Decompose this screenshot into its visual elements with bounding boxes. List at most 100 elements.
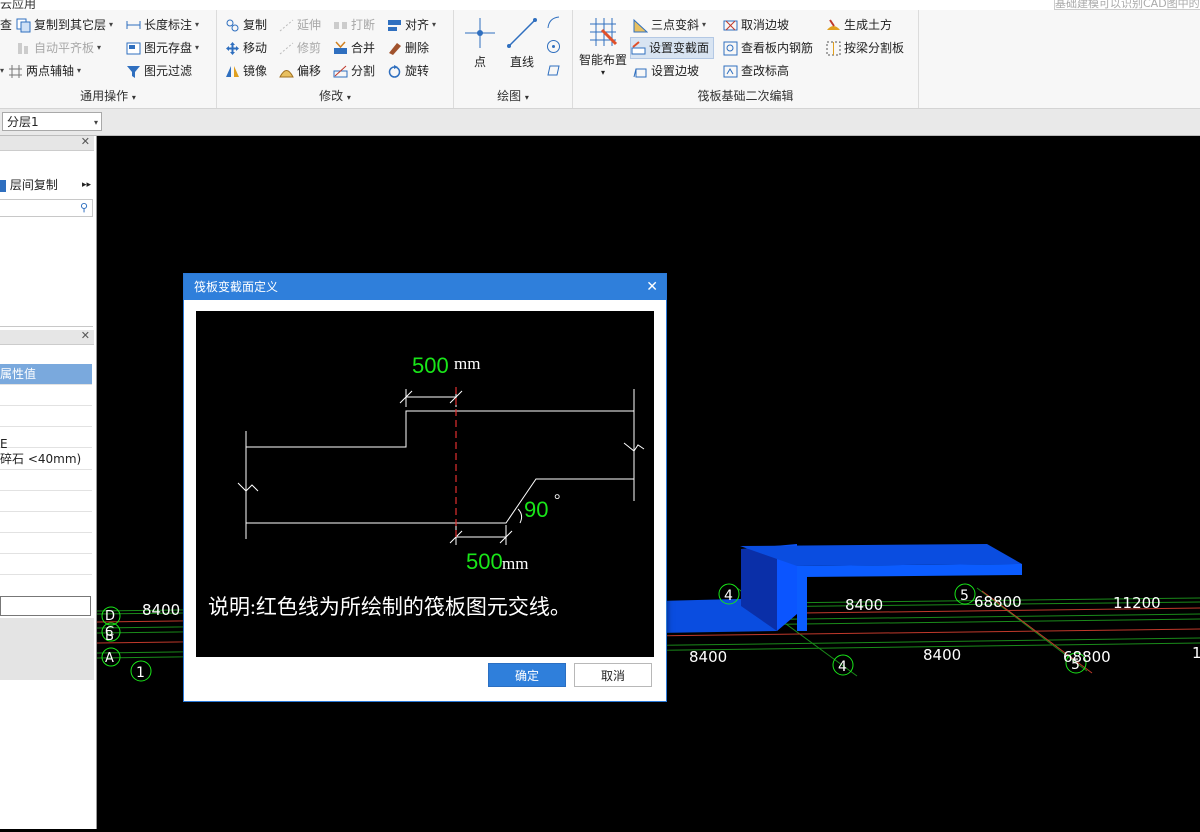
break-button[interactable]: 打断	[333, 15, 375, 35]
close-icon[interactable]: ✕	[81, 135, 90, 148]
earthwork-icon	[826, 18, 841, 33]
group-title-draw: 绘图 ▾	[497, 89, 529, 103]
bottom-width-value[interactable]: 500	[466, 549, 503, 574]
panel-header-top: ✕	[0, 135, 94, 151]
rebar-view-icon	[723, 41, 738, 56]
view-slab-rebar-button[interactable]: 查看板内钢筋	[723, 38, 813, 58]
filter-icon	[126, 64, 141, 79]
close-icon[interactable]: ✕	[646, 274, 658, 300]
rotate-button[interactable]: 旋转	[387, 61, 429, 81]
axis-number: 4	[838, 659, 847, 675]
group-general: 查 复制到其它层 ▾ 长度标注 ▾ 自动平齐板 ▾ 图元存盘 ▾ ▾ 两点辅轴 ▾ 图元过…	[0, 10, 217, 108]
ok-button[interactable]: 确定	[488, 663, 566, 687]
group-title-modify: 修改 ▾	[319, 89, 351, 103]
prop-header: 属性值	[0, 364, 92, 385]
offset-icon	[279, 64, 294, 79]
offset-button[interactable]: 偏移	[279, 61, 321, 81]
prop-row[interactable]	[0, 554, 92, 575]
move-icon	[225, 41, 240, 56]
smart-layout-button[interactable]: 智能布置 ▾	[577, 16, 629, 77]
generate-earthwork-button[interactable]: 生成土方	[826, 15, 892, 35]
set-slope-icon	[633, 64, 648, 79]
length-dimension-button[interactable]: 长度标注 ▾	[126, 15, 199, 35]
auto-align-slab-button[interactable]: 自动平齐板 ▾	[16, 38, 101, 58]
arc-tool-button[interactable]	[546, 12, 564, 32]
merge-icon	[333, 40, 348, 56]
copy-icon	[225, 18, 240, 33]
smart-layout-icon	[590, 18, 618, 46]
axis-number: 5	[1071, 657, 1080, 673]
mirror-icon	[225, 64, 240, 79]
split-button[interactable]: 分割	[333, 61, 375, 81]
point-icon	[465, 18, 495, 48]
extend-icon	[279, 18, 294, 33]
three-point-slope-button[interactable]: 三点变斜 ▾	[633, 15, 706, 35]
prop-row[interactable]	[0, 385, 92, 406]
left-panel: ✕ 层间复制 ▸▸ ⚲ ✕ 属性值 E 碎石 <40mm)	[0, 135, 97, 829]
copy-to-other-layer-button[interactable]: 复制到其它层 ▾	[16, 15, 113, 35]
polyline-icon	[546, 63, 561, 78]
layer-select[interactable]: 分层1 ▾	[2, 112, 102, 131]
set-slope-button[interactable]: 设置边坡	[633, 61, 699, 81]
partial-query-button[interactable]: 查	[0, 15, 12, 35]
layer-copy-button[interactable]: 层间复制 ▸▸	[0, 176, 94, 194]
axis-letter: A	[105, 651, 114, 666]
circle-icon	[546, 39, 561, 54]
split-by-beam-button[interactable]: 按梁分割板	[826, 38, 904, 58]
align-slab-icon	[16, 41, 31, 56]
dim-label: 1	[1192, 644, 1200, 662]
cancel-button[interactable]: 取消	[574, 663, 652, 687]
copy-layer-icon	[0, 179, 6, 192]
slope-icon	[633, 18, 649, 33]
dialog-note: 说明:红色线为所绘制的筏板图元交线。	[208, 595, 571, 619]
trim-icon	[279, 41, 294, 56]
trim-button[interactable]: 修剪	[279, 38, 321, 58]
cancel-slope-button[interactable]: 取消边坡	[723, 15, 789, 35]
bottom-unit: mm	[502, 554, 528, 573]
circle-tool-button[interactable]	[546, 36, 564, 56]
prop-row[interactable]: 碎石 <40mm)	[0, 449, 92, 470]
panel-footer	[0, 618, 94, 680]
dialog-title-bar: 筏板变截面定义 ✕	[184, 274, 666, 300]
axis-grid-icon	[8, 64, 23, 79]
element-filter-button[interactable]: 图元过滤	[126, 61, 192, 81]
dim-label: 8400	[923, 646, 961, 664]
prop-row[interactable]	[0, 491, 92, 512]
element-save-button[interactable]: 图元存盘 ▾	[126, 38, 199, 58]
eraser-icon	[387, 41, 402, 56]
dropdown-arrow-icon: ▾	[109, 20, 114, 29]
group-modify: 复制 延伸 打断 对齐 ▾ 移动 修剪 合并 删除 镜像 偏移 分割 旋转 修改 …	[217, 10, 454, 108]
title-strip: 云应用 基础建模可以识别CAD图中的	[0, 0, 1200, 10]
point-tool-button[interactable]: 点	[462, 16, 498, 70]
check-elevation-button[interactable]: 查改标高	[723, 61, 789, 81]
angle-value[interactable]: 90	[524, 497, 548, 522]
prop-edit-field[interactable]	[0, 596, 91, 616]
search-hint-input[interactable]: 基础建模可以识别CAD图中的	[1054, 0, 1200, 10]
panel-header-props: ✕	[0, 329, 94, 345]
extend-button[interactable]: 延伸	[279, 15, 321, 35]
axis-number: 1	[136, 665, 145, 681]
chevron-down-icon: ▾	[93, 118, 98, 127]
mirror-button[interactable]: 镜像	[225, 61, 267, 81]
prop-row[interactable]	[0, 406, 92, 427]
prop-row[interactable]	[0, 533, 92, 554]
close-icon[interactable]: ✕	[81, 329, 90, 342]
rect-tool-button[interactable]	[546, 60, 564, 80]
set-variable-section-button[interactable]: 设置变截面	[630, 37, 715, 59]
line-tool-button[interactable]: 直线	[504, 16, 540, 70]
secondary-toolbar: 分层1 ▾	[0, 109, 1200, 136]
copy-button[interactable]: 复制	[225, 15, 267, 35]
prop-row[interactable]	[0, 512, 92, 533]
delete-button[interactable]: 删除	[387, 38, 429, 58]
align-button[interactable]: 对齐 ▾	[387, 15, 436, 35]
section-preview: 500 mm 500 mm 90 ° 说明:红色线为所绘制的筏板图元交线。	[196, 311, 654, 657]
move-button[interactable]: 移动	[225, 38, 267, 58]
merge-button[interactable]: 合并	[333, 38, 375, 58]
panel-search-input[interactable]: ⚲	[0, 199, 93, 217]
app-title-fragment: 云应用	[0, 0, 37, 10]
ribbon: 查 复制到其它层 ▾ 长度标注 ▾ 自动平齐板 ▾ 图元存盘 ▾ ▾ 两点辅轴 ▾ 图元过…	[0, 10, 1200, 109]
elevation-icon	[723, 64, 738, 79]
prop-row[interactable]	[0, 470, 92, 491]
top-width-value[interactable]: 500	[412, 353, 449, 378]
two-point-axis-button[interactable]: ▾ 两点辅轴 ▾	[0, 61, 81, 81]
